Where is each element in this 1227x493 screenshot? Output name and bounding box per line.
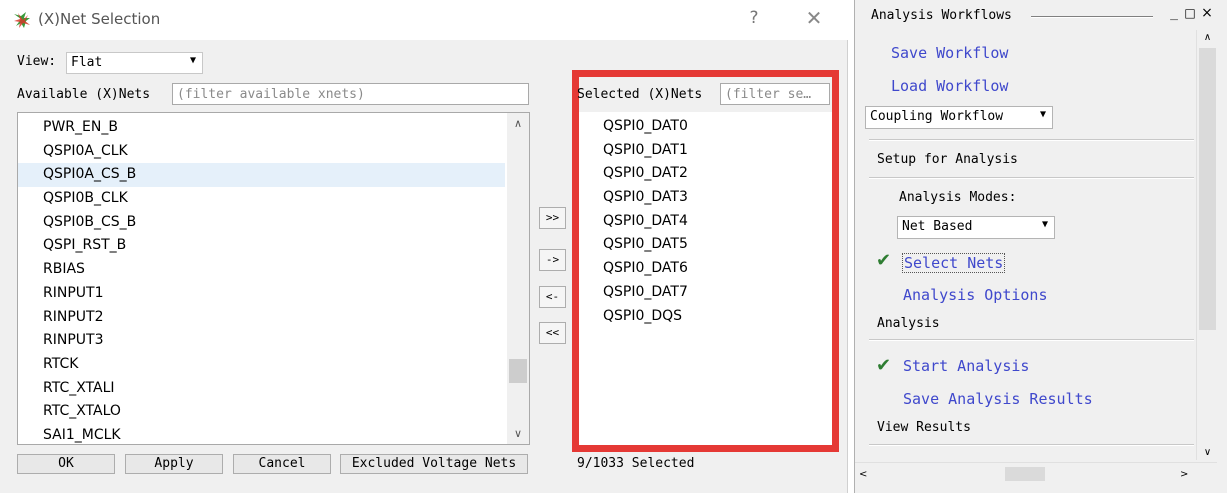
start-analysis-link[interactable]: Start Analysis (903, 357, 1029, 375)
available-net-item[interactable]: RTC_XTALI (18, 377, 505, 401)
analysis-mode-value: Net Based (902, 219, 973, 234)
selected-net-item[interactable]: QSPI0_DQS (579, 305, 688, 329)
available-filter-input[interactable] (172, 83, 529, 105)
selected-net-item[interactable]: QSPI0_DAT3 (579, 186, 688, 210)
available-net-item[interactable]: PWR_EN_B (18, 116, 505, 140)
remove-all-button[interactable]: << (539, 322, 566, 344)
chevron-down-icon: ▼ (1039, 109, 1046, 120)
chevron-down-icon: ▼ (1041, 219, 1048, 230)
scroll-thumb[interactable] (1199, 48, 1216, 330)
analysis-heading: Analysis (877, 316, 940, 331)
scroll-up-icon[interactable]: ∧ (1197, 32, 1218, 43)
titlebar-grip-line (1031, 16, 1153, 18)
available-list-scrollbar[interactable]: ∧ ∨ (507, 113, 529, 444)
view-select[interactable]: Flat ▼ (66, 52, 203, 74)
selected-net-item[interactable]: QSPI0_DAT2 (579, 162, 688, 186)
selected-net-item[interactable]: QSPI0_DAT4 (579, 210, 688, 234)
ok-button[interactable]: OK (17, 454, 115, 474)
selected-nets-list[interactable]: QSPI0_DAT0 QSPI0_DAT1 QSPI0_DAT2 QSPI0_DAT3… (579, 112, 832, 445)
scroll-thumb[interactable] (509, 359, 527, 383)
available-net-item[interactable]: RTCK (18, 353, 505, 377)
scroll-right-icon[interactable]: > (1180, 469, 1188, 480)
scroll-down-icon[interactable]: ∨ (507, 427, 529, 440)
select-nets-link[interactable]: Select Nets (902, 253, 1006, 273)
scroll-up-icon[interactable]: ∧ (507, 117, 529, 130)
save-analysis-results-link[interactable]: Save Analysis Results (903, 390, 1093, 408)
selected-net-item[interactable]: QSPI0_DAT0 (579, 115, 688, 139)
analysis-workflows-panel: Analysis Workflows _ □ × Save Workflow L… (854, 0, 1227, 493)
view-results-heading: View Results (877, 420, 971, 435)
excluded-voltage-nets-button[interactable]: Excluded Voltage Nets (340, 454, 528, 474)
separator (869, 339, 1194, 341)
selected-count: 9/1033 Selected (577, 456, 695, 471)
panel-title: Analysis Workflows (871, 8, 1012, 23)
dialog-title: (X)Net Selection (38, 10, 161, 28)
cancel-button[interactable]: Cancel (233, 454, 331, 474)
scroll-thumb[interactable] (1005, 467, 1045, 481)
available-net-item[interactable]: QSPI_RST_B (18, 234, 505, 258)
save-workflow-link[interactable]: Save Workflow (891, 44, 1008, 62)
available-net-item[interactable]: QSPI0A_CS_B (18, 163, 505, 188)
load-workflow-link[interactable]: Load Workflow (891, 77, 1008, 95)
view-label: View: (17, 54, 57, 69)
available-net-item[interactable]: SAI1_MCLK (18, 424, 505, 444)
available-net-item[interactable]: QSPI0B_CLK (18, 187, 505, 211)
separator (869, 177, 1194, 179)
add-all-button[interactable]: >> (539, 207, 566, 229)
selected-net-item[interactable]: QSPI0_DAT1 (579, 139, 688, 163)
panel-close-icon[interactable]: × (1200, 5, 1214, 21)
selected-filter-input[interactable] (720, 83, 830, 105)
available-net-item[interactable]: RINPUT2 (18, 306, 505, 330)
selected-nets-items: QSPI0_DAT0 QSPI0_DAT1 QSPI0_DAT2 QSPI0_DAT3… (579, 115, 688, 328)
setup-heading: Setup for Analysis (877, 152, 1018, 167)
scroll-down-icon[interactable]: ∨ (1197, 447, 1218, 458)
maximize-icon[interactable]: □ (1183, 6, 1197, 20)
selected-nets-label: Selected (X)Nets (577, 87, 703, 102)
selected-net-item[interactable]: QSPI0_DAT7 (579, 281, 688, 305)
remove-button[interactable]: <- (539, 286, 566, 308)
dialog-titlebar: (X)Net Selection ? ✕ (0, 0, 848, 40)
available-net-item[interactable]: QSPI0B_CS_B (18, 211, 505, 235)
analysis-options-link[interactable]: Analysis Options (903, 286, 1048, 304)
app-icon (14, 12, 30, 28)
available-nets-items: PWR_EN_B QSPI0A_CLK QSPI0A_CS_B QSPI0B_CLK Q… (18, 116, 505, 444)
view-select-value: Flat (71, 55, 103, 70)
dialog-close-button[interactable]: ✕ (800, 6, 828, 30)
separator (869, 139, 1194, 141)
minimize-icon[interactable]: _ (1167, 6, 1181, 21)
selected-net-item[interactable]: QSPI0_DAT6 (579, 257, 688, 281)
selected-net-item[interactable]: QSPI0_DAT5 (579, 233, 688, 257)
analysis-modes-label: Analysis Modes: (899, 190, 1017, 205)
net-selection-dialog: (X)Net Selection ? ✕ View: Flat ▼ Availa… (0, 0, 848, 493)
available-net-item[interactable]: RTC_XTALO (18, 400, 505, 424)
scroll-left-icon[interactable]: < (859, 469, 867, 480)
workflow-select-value: Coupling Workflow (870, 109, 1004, 124)
chevron-down-icon: ▼ (189, 55, 196, 66)
workflow-select[interactable]: Coupling Workflow ▼ (865, 106, 1053, 129)
available-net-item[interactable]: QSPI0A_CLK (18, 140, 505, 164)
help-button[interactable]: ? (742, 8, 766, 28)
analysis-mode-select[interactable]: Net Based ▼ (897, 216, 1055, 239)
available-net-item[interactable]: RINPUT3 (18, 329, 505, 353)
panel-titlebar: Analysis Workflows _ □ × (855, 0, 1227, 30)
available-net-item[interactable]: RBIAS (18, 258, 505, 282)
panel-vertical-scrollbar[interactable]: ∧ ∨ (1196, 30, 1217, 460)
checkmark-icon: ✔ (876, 355, 892, 376)
checkmark-icon: ✔ (876, 250, 892, 271)
available-net-item[interactable]: RINPUT1 (18, 282, 505, 306)
available-nets-list[interactable]: PWR_EN_B QSPI0A_CLK QSPI0A_CS_B QSPI0B_CLK Q… (17, 112, 530, 445)
add-button[interactable]: -> (539, 249, 566, 271)
separator (869, 444, 1194, 446)
available-nets-label: Available (X)Nets (17, 87, 151, 102)
panel-horizontal-scrollbar[interactable]: < > (855, 462, 1217, 493)
apply-button[interactable]: Apply (125, 454, 223, 474)
